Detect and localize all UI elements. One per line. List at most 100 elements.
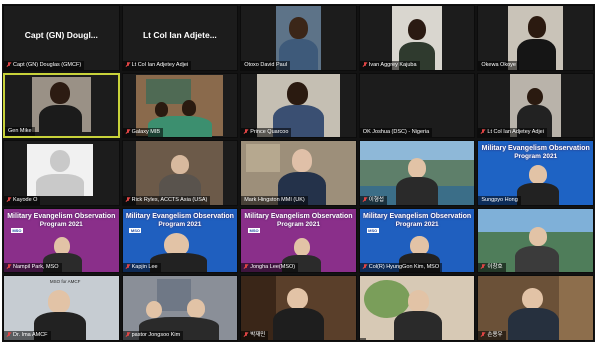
default-avatar-body bbox=[36, 174, 85, 196]
participant-name-label: Okewa Okoye bbox=[478, 60, 519, 70]
participant-tile[interactable]: Okewa Okoye bbox=[477, 5, 594, 71]
participant-tile[interactable]: Military Evangelism Observation Program 2… bbox=[358, 207, 476, 274]
participant-head bbox=[289, 17, 308, 40]
participant-tile[interactable]: 손용우 bbox=[477, 275, 594, 341]
participant-display-name: Lt Col Ian Adjete... bbox=[142, 30, 217, 41]
participant-head bbox=[154, 101, 169, 117]
muted-mic-icon bbox=[126, 331, 130, 337]
participant-head bbox=[407, 18, 427, 41]
participant-head bbox=[287, 82, 308, 106]
participant-body bbox=[515, 245, 559, 273]
participant-name-label: Mark Hingston MMI (UK) bbox=[241, 195, 308, 205]
participant-tile[interactable]: Lt Col Ian Adjete... Lt Col Ian Adjetey … bbox=[121, 5, 239, 71]
participant-name-label: Gen Mike bbox=[5, 127, 35, 137]
participant-display-name: Capt (GN) Dougl... bbox=[24, 30, 98, 41]
participant-tile[interactable]: Military Evangelism Observation Program 2… bbox=[121, 207, 239, 274]
participant-name-label: Lt Col Ian Adjetey Adjei bbox=[478, 128, 547, 138]
participant-head bbox=[47, 290, 71, 314]
participant-name-label: 이형섭 bbox=[359, 195, 387, 205]
participant-tile[interactable]: OK Joshua (DSC) - Nigeria bbox=[358, 72, 476, 139]
participant-tile[interactable]: Ivan Aggrey Kajuba bbox=[358, 5, 476, 71]
participant-tile[interactable]: pastor Jongsoo Kim bbox=[121, 275, 239, 341]
muted-mic-icon bbox=[244, 129, 248, 134]
participant-body bbox=[273, 308, 324, 340]
program-banner: Military Evangelism Observation Program 2… bbox=[125, 212, 234, 228]
muted-mic-icon bbox=[363, 61, 367, 67]
participant-head bbox=[54, 236, 71, 255]
participant-body bbox=[517, 183, 559, 205]
muted-mic-icon bbox=[126, 196, 130, 202]
participant-name-label: Lt Col Ian Adjetey Adjei bbox=[122, 60, 192, 70]
participant-name-label: Prince Quarcoo bbox=[241, 128, 292, 138]
participant-name-label: Capt (GN) Douglas (GMCF) bbox=[4, 60, 85, 70]
participant-body bbox=[396, 176, 438, 205]
participant-name-label: Dr. Ima AMCF bbox=[4, 330, 51, 340]
muted-mic-icon bbox=[7, 61, 11, 67]
muted-mic-icon bbox=[363, 196, 367, 202]
participant-head bbox=[186, 299, 206, 319]
participant-head bbox=[182, 100, 196, 116]
participant-tile[interactable]: Otoxo David Paul bbox=[240, 5, 357, 71]
participant-tile[interactable]: Military Evangelism Observation Program 2… bbox=[477, 140, 594, 206]
participant-tile[interactable]: 이형섭 bbox=[358, 140, 476, 206]
participant-name-label: Otoxo David Paul bbox=[241, 60, 290, 70]
participant-tile[interactable] bbox=[358, 275, 476, 341]
participant-tile[interactable]: Military Evangelism Observation Program 2… bbox=[240, 207, 357, 274]
participant-name-label: Galaxy MIB bbox=[122, 128, 164, 138]
participant-head bbox=[291, 148, 313, 172]
participant-tile[interactable]: Military Evangelism Observation Program 2… bbox=[3, 207, 120, 274]
participant-name-label: 박재민 bbox=[241, 330, 269, 340]
muted-mic-icon bbox=[481, 264, 485, 269]
participant-tile[interactable]: Rick Ryles, ACCTS Asia (USA) bbox=[121, 140, 239, 206]
program-banner: Military Evangelism Observation Program 2… bbox=[481, 145, 590, 160]
participant-name-label: Col(R) HyungGon Kim, MSO bbox=[359, 263, 443, 273]
mso-logo: MSO bbox=[129, 227, 142, 233]
participant-tile[interactable]: Lt Col Ian Adjetey Adjei bbox=[477, 72, 594, 139]
participant-name-label: OK Joshua (DSC) - Nigeria bbox=[359, 128, 433, 138]
participant-tile[interactable]: Kayode O bbox=[3, 140, 120, 206]
muted-mic-icon bbox=[7, 196, 11, 202]
participant-head bbox=[528, 226, 548, 246]
participant-head bbox=[521, 287, 543, 310]
participant-head bbox=[145, 300, 162, 319]
program-banner: Military Evangelism Observation Program 2… bbox=[244, 212, 353, 228]
participant-tile[interactable]: Capt (GN) Dougl... Capt (GN) Douglas (GM… bbox=[3, 5, 120, 71]
participant-head bbox=[287, 287, 308, 310]
program-banner: Military Evangelism Observation Program 2… bbox=[7, 212, 116, 228]
participant-name-label: 이창호 bbox=[478, 263, 506, 273]
participant-head bbox=[293, 238, 310, 256]
participant-head bbox=[410, 235, 429, 255]
participant-head bbox=[407, 157, 427, 179]
participant-name-label bbox=[359, 337, 366, 340]
participant-name-label: Nampil Park, MSO bbox=[4, 263, 62, 273]
muted-mic-icon bbox=[7, 264, 11, 269]
participant-tile[interactable]: 박재민 bbox=[240, 275, 357, 341]
wall-map bbox=[245, 143, 281, 172]
muted-mic-icon bbox=[481, 129, 485, 134]
mso-logo: MSO bbox=[248, 227, 261, 233]
participant-head bbox=[528, 165, 548, 185]
participant-head bbox=[407, 290, 429, 312]
participant-name-label: Ivan Aggrey Kajuba bbox=[359, 60, 420, 70]
mso-logo: MSO bbox=[366, 227, 379, 233]
participant-body bbox=[508, 308, 559, 340]
participant-tile[interactable]: Galaxy MIB bbox=[121, 72, 239, 139]
participant-body bbox=[517, 39, 557, 70]
video-grid: Capt (GN) Dougl... Capt (GN) Douglas (GM… bbox=[2, 4, 595, 342]
bookshelf-right bbox=[558, 276, 593, 340]
map-caption: MSO for AMCF bbox=[49, 278, 81, 284]
participant-name-label: Jongha Lee(MSO) bbox=[241, 263, 299, 273]
participant-head bbox=[527, 16, 546, 38]
participant-body bbox=[394, 310, 443, 340]
participant-name-label: pastor Jongsoo Kim bbox=[122, 330, 184, 340]
participant-tile[interactable]: MSO for AMCF Dr. Ima AMCF bbox=[3, 275, 120, 341]
program-banner: Military Evangelism Observation Program 2… bbox=[363, 212, 472, 228]
participant-body bbox=[38, 105, 82, 135]
participant-tile[interactable]: 이창호 bbox=[477, 207, 594, 274]
participant-head bbox=[526, 87, 543, 106]
participant-tile[interactable]: Mark Hingston MMI (UK) bbox=[240, 140, 357, 206]
participant-tile[interactable]: Prince Quarcoo bbox=[240, 72, 357, 139]
active-speaker-tile[interactable]: Gen Mike bbox=[3, 72, 120, 139]
muted-mic-icon bbox=[126, 61, 130, 67]
muted-mic-icon bbox=[7, 331, 11, 337]
